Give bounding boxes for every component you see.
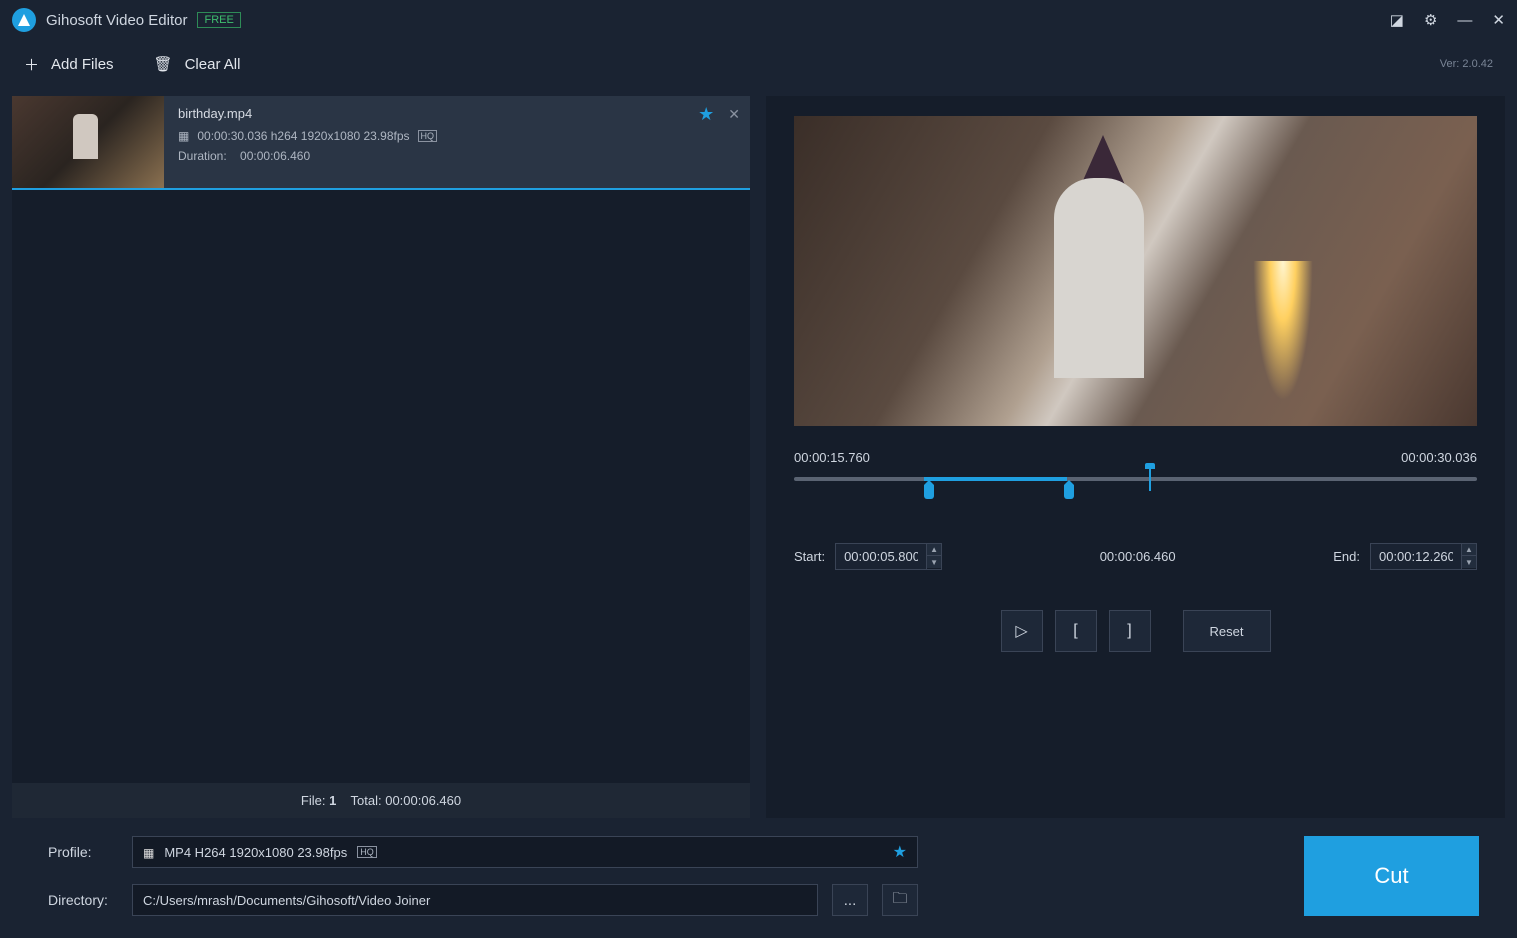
output-bar: Profile: MP4 H264 1920x1080 23.98fps HQ … (0, 818, 1517, 938)
profile-select[interactable]: MP4 H264 1920x1080 23.98fps HQ ★ (132, 836, 918, 868)
close-icon[interactable]: ✕ (1492, 11, 1505, 29)
profile-value: MP4 H264 1920x1080 23.98fps (164, 845, 347, 860)
play-button[interactable]: ▷ (1001, 610, 1043, 652)
clear-all-label: Clear All (185, 56, 241, 73)
file-thumbnail (12, 96, 164, 188)
total-label: Total: (351, 793, 382, 808)
end-input[interactable] (1371, 544, 1461, 569)
preview-panel: 00:00:15.760 00:00:30.036 Start: ▲ ▼ (766, 96, 1505, 818)
file-meta: 00:00:30.036 h264 1920x1080 23.98fps (197, 129, 409, 143)
favorite-icon[interactable]: ★ (698, 104, 714, 125)
directory-more-button[interactable]: ... (832, 884, 868, 916)
directory-input[interactable] (132, 884, 818, 916)
file-count: 1 (329, 793, 336, 808)
free-badge: FREE (197, 12, 240, 28)
start-label: Start: (794, 549, 825, 564)
add-files-button[interactable]: ＋ Add Files (24, 54, 114, 75)
start-step-down[interactable]: ▼ (927, 556, 941, 568)
app-title: Gihosoft Video Editor (46, 12, 187, 29)
plus-icon: ＋ (24, 54, 39, 75)
remove-file-icon[interactable]: ✕ (728, 106, 740, 123)
playhead[interactable] (1149, 467, 1151, 491)
version-label: Ver: 2.0.42 (1440, 58, 1493, 70)
clear-all-button[interactable]: 🗑 Clear All (154, 55, 241, 73)
duration-value: 00:00:06.460 (240, 149, 310, 163)
end-label: End: (1333, 549, 1360, 564)
title-bar: Gihosoft Video Editor FREE ◪ ⚙ — ✕ (0, 0, 1517, 40)
end-step-up[interactable]: ▲ (1462, 544, 1476, 556)
mark-out-button[interactable]: ] (1109, 610, 1151, 652)
settings-icon[interactable]: ⚙ (1424, 11, 1437, 29)
list-footer: File: 1 Total: 00:00:06.460 (12, 783, 750, 818)
timeline[interactable] (794, 473, 1477, 503)
film-icon (143, 845, 154, 860)
add-files-label: Add Files (51, 56, 114, 73)
end-marker[interactable] (1064, 485, 1074, 499)
hd-icon: HQ (418, 130, 438, 142)
open-folder-button[interactable]: 🗀 (882, 884, 918, 916)
file-name: birthday.mp4 (178, 106, 736, 121)
total-time: 00:00:06.460 (385, 793, 461, 808)
playhead-time: 00:00:15.760 (794, 450, 870, 465)
profile-favorite-icon[interactable]: ★ (893, 842, 907, 862)
reset-button[interactable]: Reset (1183, 610, 1271, 652)
timeline-end: 00:00:30.036 (1401, 450, 1477, 465)
start-input[interactable] (836, 544, 926, 569)
selection-range (924, 477, 1067, 481)
file-list-panel: birthday.mp4 00:00:30.036 h264 1920x1080… (12, 96, 750, 818)
duration-label: Duration: (178, 149, 227, 163)
end-step-down[interactable]: ▼ (1462, 556, 1476, 568)
mark-in-button[interactable]: [ (1055, 610, 1097, 652)
toolbar: ＋ Add Files 🗑 Clear All Ver: 2.0.42 (0, 40, 1517, 88)
file-count-label: File: (301, 793, 326, 808)
file-item[interactable]: birthday.mp4 00:00:30.036 h264 1920x1080… (12, 96, 750, 190)
film-icon (178, 129, 189, 143)
start-marker[interactable] (924, 485, 934, 499)
profile-label: Profile: (48, 844, 118, 860)
start-step-up[interactable]: ▲ (927, 544, 941, 556)
trash-icon: 🗑 (154, 55, 173, 73)
selection-duration: 00:00:06.460 (1100, 549, 1176, 564)
feedback-icon[interactable]: ◪ (1390, 11, 1404, 29)
minimize-icon[interactable]: — (1457, 12, 1472, 29)
hd-icon: HQ (357, 846, 377, 858)
cut-button[interactable]: Cut (1304, 836, 1479, 916)
directory-label: Directory: (48, 892, 118, 908)
video-preview[interactable] (794, 116, 1477, 426)
app-icon (12, 8, 36, 32)
